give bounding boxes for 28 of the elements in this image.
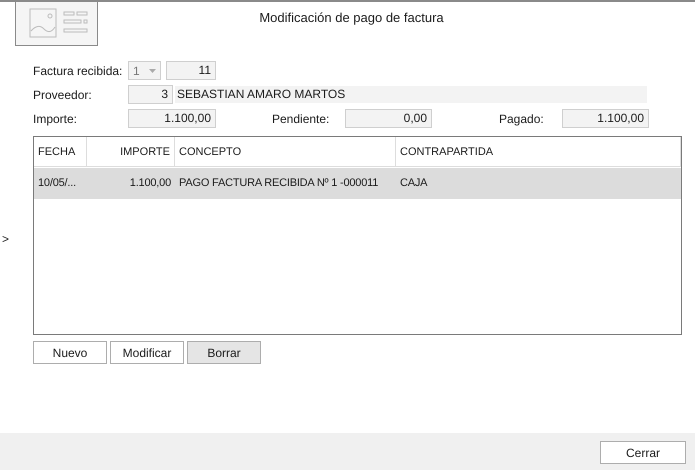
column-header[interactable]: IMPORTE (87, 137, 175, 166)
table-cell-text: PAGO FACTURA RECIBIDA Nº 1 -000011 (178, 176, 380, 191)
table-cell-text: 1.100,00 (128, 176, 172, 191)
paid-field: 1.100,00 (562, 109, 649, 128)
window-title: Modificación de pago de factura (259, 9, 444, 27)
field-label: Proveedor: (33, 86, 93, 104)
field-label: Factura recibida: (33, 62, 124, 80)
close-button[interactable]: Cerrar (600, 441, 686, 464)
column-header[interactable]: CONCEPTO (175, 137, 396, 166)
action-button[interactable]: Modificar (110, 341, 184, 364)
series-dropdown[interactable]: 1 (128, 61, 161, 80)
field-label: Importe: (33, 110, 78, 128)
action-button[interactable]: Borrar (187, 341, 261, 364)
expand-toggle[interactable]: > (2, 230, 10, 248)
table-row[interactable]: 10/05/... 1.100,00 PAGO FACTURA RECIBIDA Nº 1 -000011 CAJA (34, 168, 681, 199)
table-cell-text: CAJA (399, 176, 428, 191)
supplier-name-field: SEBASTIAN AMARO MARTOS (175, 86, 647, 103)
amount-field: 1.100,00 (128, 109, 216, 128)
caret-icon (149, 68, 156, 72)
pending-field: 0,00 (345, 109, 432, 128)
field-label: Pagado: (499, 110, 545, 128)
column-header[interactable]: CONTRAPARTIDA (396, 137, 681, 166)
column-header[interactable]: FECHA (34, 137, 87, 166)
number-field[interactable]: 11 (166, 61, 216, 80)
field-label: Pendiente: (272, 110, 330, 128)
supplier-code-field[interactable]: 3 (128, 85, 173, 104)
action-button[interactable]: Nuevo (33, 341, 107, 364)
table-cell-text: 10/05/... (37, 176, 77, 191)
